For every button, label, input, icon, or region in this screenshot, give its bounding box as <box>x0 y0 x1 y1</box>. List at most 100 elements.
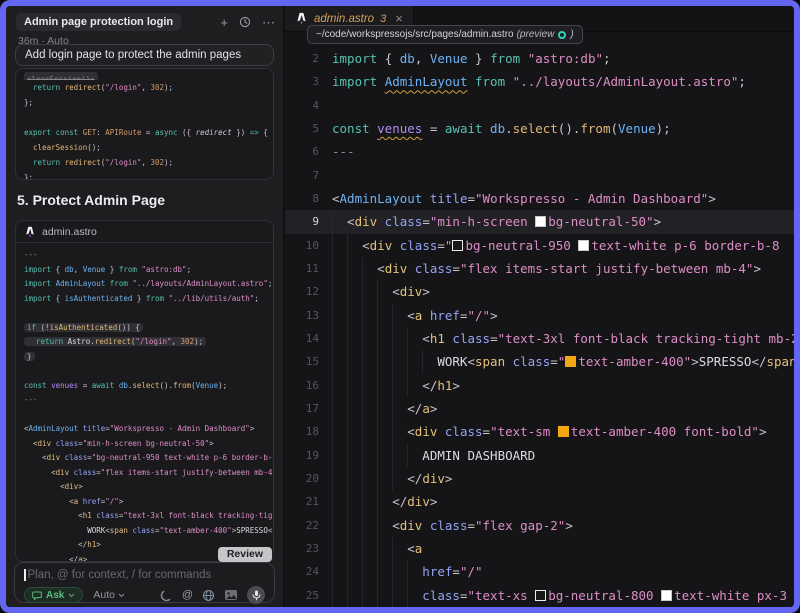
indent-guide <box>377 444 378 467</box>
more-menu-icon[interactable]: ⋯ <box>262 16 275 29</box>
indent-guide <box>362 560 363 583</box>
editor-line[interactable]: 12 <div> <box>285 280 794 303</box>
code-line: <AdminLayout title="Workspresso - Admin … <box>24 422 271 437</box>
editor-line[interactable]: 5const venues = await db.select().from(V… <box>285 117 794 140</box>
indent-guide <box>377 490 378 513</box>
code-line <box>24 408 271 423</box>
indent-guide <box>422 350 423 373</box>
panel-header-icons: + ⋯ <box>220 16 275 29</box>
editor-line[interactable]: 17 </a> <box>285 397 794 420</box>
indent-guide <box>392 584 393 607</box>
indent-guide <box>332 467 333 490</box>
editor-line[interactable]: 22 <div class="flex gap-2"> <box>285 514 794 537</box>
line-number: 16 <box>285 374 319 397</box>
editor-line[interactable]: 16 </h1> <box>285 374 794 397</box>
close-tab-icon[interactable]: × <box>395 11 403 26</box>
code-line: import { isAuthenticated } from "../lib/… <box>24 292 271 307</box>
indent-guide <box>347 514 348 537</box>
indent-guide <box>332 210 333 233</box>
indent-guide <box>332 560 333 583</box>
indent-guide <box>332 304 333 327</box>
message-input[interactable]: Plan, @ for context, / for commands <box>24 569 265 581</box>
voice-input-icon[interactable] <box>247 586 265 604</box>
web-search-icon[interactable] <box>202 589 215 602</box>
indent-guide <box>362 444 363 467</box>
editor-line[interactable]: 10 <div class="bg-neutral-950 text-white… <box>285 234 794 257</box>
indent-guide <box>392 537 393 560</box>
editor-line[interactable]: 6--- <box>285 140 794 163</box>
indent-guide <box>332 537 333 560</box>
editor-line[interactable]: 19 ADMIN DASHBOARD <box>285 444 794 467</box>
chevron-down-icon <box>68 593 75 598</box>
code-line: } <box>24 350 271 365</box>
editor-line[interactable]: 8<AdminLayout title="Workspresso - Admin… <box>285 187 794 210</box>
indent-guide <box>347 397 348 420</box>
text-cursor <box>24 569 26 581</box>
preview-dot-icon <box>558 31 566 39</box>
astro-icon <box>24 226 36 238</box>
editor-line[interactable]: 2import { db, Venue } from "astro:db"; <box>285 47 794 70</box>
line-number: 18 <box>285 420 319 443</box>
chevron-down-icon <box>118 593 125 598</box>
code-line: --- <box>24 248 271 263</box>
thread-title[interactable]: Admin page protection login <box>16 13 181 31</box>
editor-line[interactable]: 20 </div> <box>285 467 794 490</box>
indent-guide <box>362 490 363 513</box>
editor-line[interactable]: 13 <a href="/"> <box>285 304 794 327</box>
code-line: WORK<span class="text-amber-400">SPRESSO… <box>24 524 271 539</box>
editor-line[interactable]: 4 <box>285 94 794 117</box>
indent-guide <box>347 234 348 257</box>
indent-guide <box>407 327 408 350</box>
code-line: --- <box>24 393 271 408</box>
line-number: 14 <box>285 327 319 350</box>
indent-guide <box>332 234 333 257</box>
editor-line[interactable]: 11 <div class="flex items-start justify-… <box>285 257 794 280</box>
editor-line[interactable]: 21 </div> <box>285 490 794 513</box>
editor-line[interactable]: 23 <a <box>285 537 794 560</box>
line-number: 25 <box>285 584 319 607</box>
indent-guide <box>392 374 393 397</box>
mode-selector[interactable]: Ask <box>24 587 83 603</box>
mention-icon[interactable]: @ <box>182 589 193 601</box>
indent-guide <box>347 584 348 607</box>
editor-line[interactable]: 25 class="text-xs bg-neutral-800 text-wh… <box>285 584 794 607</box>
editor-line[interactable]: 7 <box>285 164 794 187</box>
assistant-panel: Admin page protection login + ⋯ 36m · Au… <box>6 6 283 607</box>
code-line: return Astro.redirect("/login", 302); <box>24 335 271 350</box>
review-button[interactable]: Review <box>218 547 272 562</box>
code-line: return redirect("/login", 302); <box>24 155 273 170</box>
editor-line[interactable]: 9 <div class="min-h-screen bg-neutral-50… <box>285 210 794 233</box>
code-line: return redirect("/login", 302); <box>24 80 273 95</box>
preview-label: (preview <box>517 29 555 40</box>
indent-guide <box>407 584 408 607</box>
model-selector[interactable]: Auto <box>93 589 125 601</box>
indent-guide <box>407 374 408 397</box>
code-line <box>24 110 273 125</box>
message-input-panel[interactable]: Plan, @ for context, / for commands Ask … <box>14 562 275 603</box>
editor-line[interactable]: 24 href="/" <box>285 560 794 583</box>
editor-line[interactable]: 18 <div class="text-sm text-amber-400 fo… <box>285 420 794 443</box>
editor-line[interactable]: 3import AdminLayout from "../layouts/Adm… <box>285 70 794 93</box>
code-block-admin-astro: admin.astro ---import { db, Venue } from… <box>15 220 274 562</box>
indent-guide <box>347 327 348 350</box>
editor-line[interactable]: 14 <h1 class="text-3xl font-black tracki… <box>285 327 794 350</box>
new-thread-icon[interactable]: + <box>220 16 228 29</box>
attach-image-icon[interactable] <box>224 589 238 601</box>
editor-pane: admin.astro 3 × ~/code/workspressojs/src… <box>285 6 794 607</box>
indent-guide <box>392 304 393 327</box>
code-line: }; <box>24 170 273 180</box>
indent-guide <box>347 374 348 397</box>
editor-line[interactable]: 15 WORK<span class="text-amber-400">SPRE… <box>285 350 794 373</box>
line-number: 10 <box>285 234 319 257</box>
indent-guide <box>392 560 393 583</box>
indent-guide <box>377 537 378 560</box>
history-icon[interactable] <box>239 16 251 28</box>
code-line: <div> <box>24 480 271 495</box>
chat-bubble-icon <box>32 591 42 600</box>
indent-guide <box>332 280 333 303</box>
code-line <box>24 306 271 321</box>
indent-guide <box>377 560 378 583</box>
code-editor[interactable]: 2import { db, Venue } from "astro:db";3i… <box>285 47 794 607</box>
indent-guide <box>332 584 333 607</box>
indent-guide <box>332 420 333 443</box>
